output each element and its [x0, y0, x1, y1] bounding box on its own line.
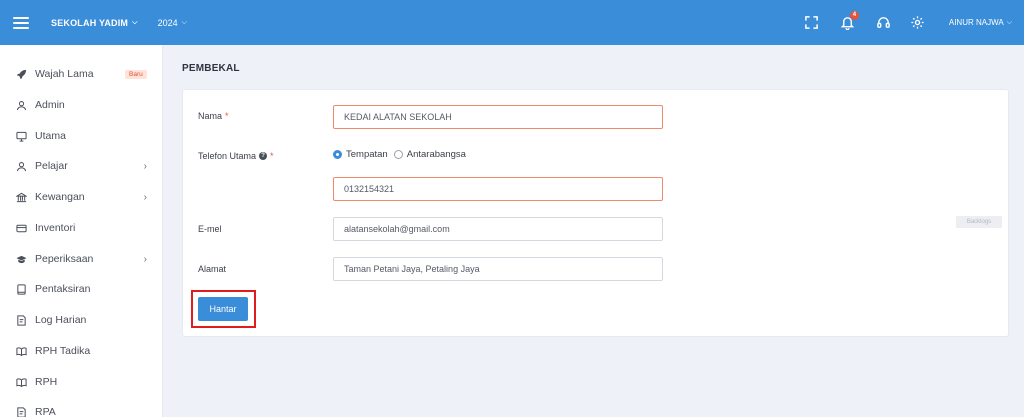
sidebar-item-label: RPA	[35, 406, 56, 417]
year-selector[interactable]: 2024 ⌵	[158, 18, 187, 28]
sidebar-item-label: Admin	[35, 99, 65, 111]
open-book-icon	[16, 377, 27, 388]
settings-gear-icon[interactable]	[903, 8, 933, 38]
sidebar-item-rph-tadika[interactable]: RPH Tadika	[0, 336, 162, 366]
user-icon	[16, 161, 27, 172]
sidebar-item-rpa[interactable]: RPA	[0, 397, 162, 417]
sidebar-item-wajah-lama[interactable]: Wajah Lama Baru	[0, 59, 162, 89]
fullscreen-icon[interactable]	[797, 8, 827, 38]
email-label-text: E-mel	[198, 224, 222, 234]
required-mark: *	[225, 111, 229, 121]
radio-label: Tempatan	[346, 149, 388, 160]
submit-button[interactable]: Hantar	[198, 297, 248, 321]
sidebar-item-rph[interactable]: RPH	[0, 367, 162, 397]
menu-toggle-icon[interactable]	[13, 16, 29, 29]
support-headset-icon[interactable]	[869, 8, 899, 38]
radio-unchecked-icon	[393, 150, 403, 159]
sidebar: Wajah Lama Baru Admin Utama Pelajar › Ke…	[0, 45, 163, 417]
sidebar-item-kewangan[interactable]: Kewangan ›	[0, 182, 162, 212]
phone-label-text: Telefon Utama	[198, 151, 257, 161]
help-question-icon[interactable]: ?	[259, 152, 268, 160]
monitor-icon	[16, 131, 27, 142]
sidebar-item-pentaksiran[interactable]: Pentaksiran	[0, 274, 162, 304]
email-input[interactable]: alatansekolah@gmail.com	[333, 217, 663, 241]
top-navbar: SEKOLAH YADIM ⌵ 2024 ⌵ 4 AINUR NAJWA ⌵	[0, 0, 1024, 45]
book-icon	[16, 283, 27, 295]
sidebar-item-label: Wajah Lama	[35, 68, 94, 80]
radio-antarabangsa[interactable]: Antarabangsa	[393, 149, 466, 160]
email-label: E-mel	[198, 224, 222, 234]
sidebar-item-pelajar[interactable]: Pelajar ›	[0, 151, 162, 181]
sidebar-item-label: Inventori	[35, 222, 76, 234]
sidebar-item-log-harian[interactable]: Log Harian	[0, 305, 162, 335]
open-book-icon	[16, 346, 27, 357]
school-selector[interactable]: SEKOLAH YADIM ⌵	[51, 18, 138, 28]
sidebar-item-label: RPH Tadika	[35, 345, 91, 357]
side-tag[interactable]: Backlogs	[956, 216, 1002, 228]
radio-checked-icon	[333, 150, 342, 159]
graduation-cap-icon	[16, 254, 27, 265]
sidebar-item-label: Utama	[35, 130, 66, 142]
new-badge: Baru	[125, 69, 147, 79]
address-label-text: Alamat	[198, 264, 227, 274]
name-label-text: Nama	[198, 111, 223, 121]
radio-tempatan[interactable]: Tempatan	[333, 149, 388, 160]
chevron-right-icon: ›	[143, 160, 147, 172]
chevron-right-icon: ›	[143, 253, 147, 265]
sidebar-item-label: Kewangan	[35, 191, 85, 203]
phone-label: Telefon Utama ? *	[198, 151, 274, 161]
chevron-down-icon: ⌵	[132, 18, 138, 26]
phone-input[interactable]: 0132154321	[333, 177, 663, 201]
address-input[interactable]: Taman Petani Jaya, Petaling Jaya	[333, 257, 663, 281]
notebook-icon	[16, 406, 27, 417]
sidebar-item-label: Pentaksiran	[35, 283, 91, 295]
user-menu[interactable]: AINUR NAJWA ⌵	[949, 18, 1012, 27]
chevron-right-icon: ›	[143, 191, 147, 203]
name-label: Nama *	[198, 111, 229, 121]
bank-icon	[16, 192, 27, 203]
rocket-icon	[16, 69, 27, 80]
sidebar-item-peperiksaan[interactable]: Peperiksaan ›	[0, 244, 162, 274]
page-title: PEMBEKAL	[182, 63, 240, 74]
year-label: 2024	[157, 17, 178, 28]
chevron-down-icon: ⌵	[1006, 18, 1012, 26]
required-mark: *	[270, 151, 274, 161]
address-label: Alamat	[198, 264, 226, 274]
notebook-icon	[16, 314, 27, 326]
sidebar-item-label: RPH	[35, 376, 58, 388]
sidebar-item-label: Peperiksaan	[35, 253, 94, 265]
sidebar-item-label: Pelajar	[35, 160, 68, 172]
card-icon	[16, 223, 27, 234]
user-icon	[16, 100, 27, 111]
school-name: SEKOLAH YADIM	[51, 17, 129, 28]
notification-count-badge: 4	[849, 10, 859, 20]
phone-type-radio-group: Tempatan Antarabangsa	[333, 149, 472, 160]
sidebar-item-admin[interactable]: Admin	[0, 90, 162, 120]
name-input[interactable]: KEDAI ALATAN SEKOLAH	[333, 105, 663, 129]
user-name: AINUR NAJWA	[948, 18, 1004, 27]
sidebar-item-utama[interactable]: Utama	[0, 121, 162, 151]
chevron-down-icon: ⌵	[181, 18, 187, 26]
notification-bell-icon[interactable]: 4	[833, 8, 863, 38]
sidebar-item-inventori[interactable]: Inventori	[0, 213, 162, 243]
sidebar-item-label: Log Harian	[35, 314, 87, 326]
radio-label: Antarabangsa	[406, 149, 466, 160]
